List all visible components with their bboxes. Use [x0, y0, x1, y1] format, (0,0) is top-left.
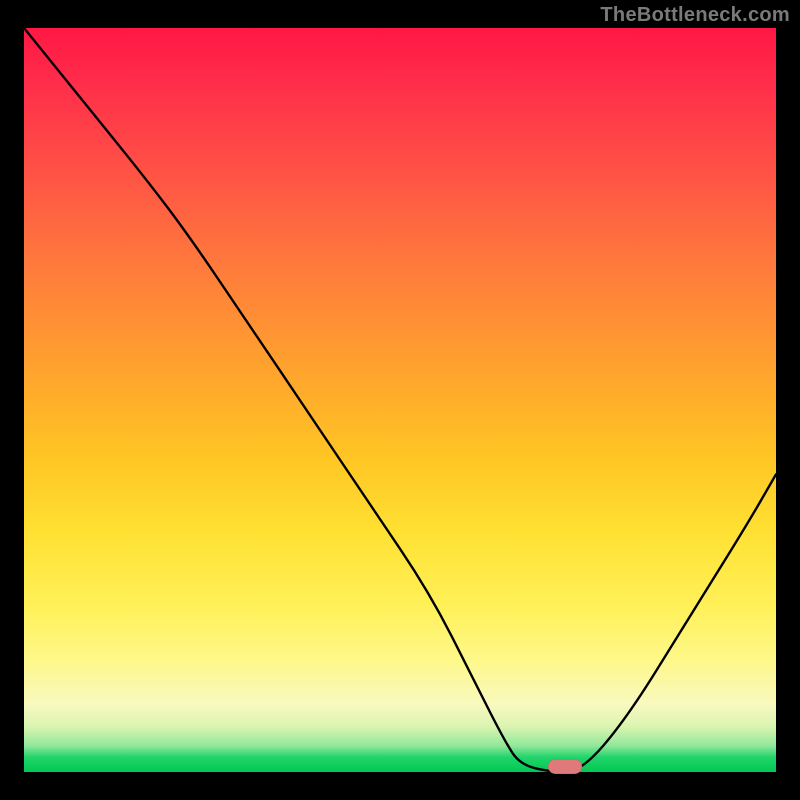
bottleneck-curve-svg — [24, 28, 776, 772]
bottleneck-curve-path — [24, 28, 776, 772]
chart-frame: TheBottleneck.com — [0, 0, 800, 800]
watermark-text: TheBottleneck.com — [600, 4, 790, 27]
optimal-marker — [548, 759, 582, 774]
